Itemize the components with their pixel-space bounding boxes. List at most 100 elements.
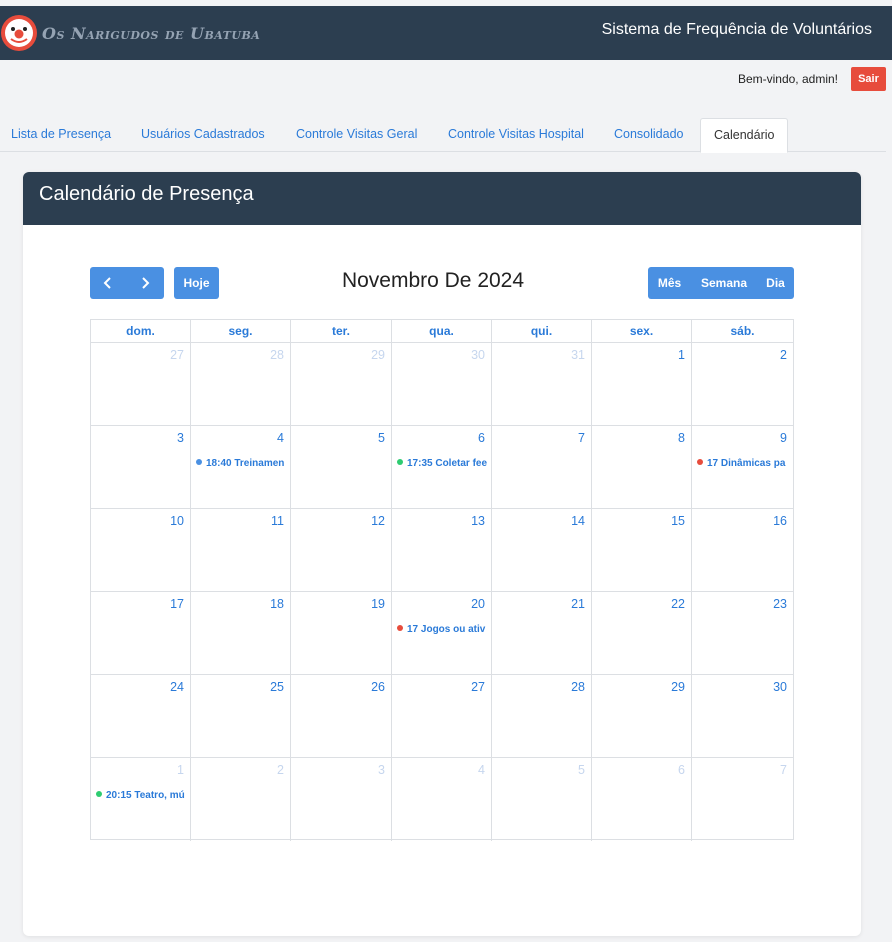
day-cell[interactable]: 5: [291, 426, 392, 509]
day-cell[interactable]: 27: [392, 675, 492, 758]
day-number[interactable]: 6: [678, 763, 685, 777]
calendar-event[interactable]: 18:40 Treinamen: [196, 458, 288, 469]
day-cell[interactable]: 29: [291, 343, 392, 426]
day-cell[interactable]: 7: [492, 426, 592, 509]
day-number[interactable]: 30: [471, 348, 485, 362]
calendar-event[interactable]: 20:15 Teatro, mú: [96, 790, 188, 801]
day-cell[interactable]: 18: [191, 592, 291, 675]
day-number[interactable]: 6: [478, 431, 485, 445]
logout-button[interactable]: Sair: [851, 67, 886, 91]
day-cell[interactable]: 2: [191, 758, 291, 841]
day-cell[interactable]: 20 17 Jogos ou ativ: [392, 592, 492, 675]
day-cell[interactable]: 4: [392, 758, 492, 841]
tab-usuarios-cadastrados[interactable]: Usuários Cadastrados: [141, 118, 265, 152]
day-cell[interactable]: 22: [592, 592, 692, 675]
tab-consolidado[interactable]: Consolidado: [614, 118, 684, 152]
day-cell[interactable]: 6 17:35 Coletar fee: [392, 426, 492, 509]
day-cell[interactable]: 4 18:40 Treinamen: [191, 426, 291, 509]
day-number[interactable]: 1: [678, 348, 685, 362]
day-number[interactable]: 10: [170, 514, 184, 528]
day-number[interactable]: 1: [177, 763, 184, 777]
day-number[interactable]: 29: [671, 680, 685, 694]
day-number[interactable]: 29: [371, 348, 385, 362]
day-cell[interactable]: 21: [492, 592, 592, 675]
day-number[interactable]: 5: [378, 431, 385, 445]
day-number[interactable]: 7: [578, 431, 585, 445]
day-number[interactable]: 14: [571, 514, 585, 528]
day-cell[interactable]: 12: [291, 509, 392, 592]
day-cell[interactable]: 1 20:15 Teatro, mú: [91, 758, 191, 841]
day-number[interactable]: 23: [773, 597, 787, 611]
day-cell[interactable]: 3: [291, 758, 392, 841]
day-number[interactable]: 11: [271, 514, 284, 528]
day-number[interactable]: 3: [378, 763, 385, 777]
day-cell[interactable]: 10: [91, 509, 191, 592]
day-number[interactable]: 19: [371, 597, 385, 611]
day-number[interactable]: 16: [773, 514, 787, 528]
day-cell[interactable]: 19: [291, 592, 392, 675]
view-week-button[interactable]: Semana: [691, 267, 757, 299]
day-number[interactable]: 13: [471, 514, 485, 528]
day-number[interactable]: 9: [780, 431, 787, 445]
day-cell[interactable]: 9 17 Dinâmicas pa: [692, 426, 793, 509]
view-day-button[interactable]: Dia: [757, 267, 794, 299]
day-cell[interactable]: 26: [291, 675, 392, 758]
day-number[interactable]: 18: [270, 597, 284, 611]
day-number[interactable]: 7: [780, 763, 787, 777]
calendar-event[interactable]: 17 Jogos ou ativ: [397, 624, 489, 635]
day-number[interactable]: 21: [571, 597, 585, 611]
day-number[interactable]: 12: [371, 514, 385, 528]
day-cell[interactable]: 30: [392, 343, 492, 426]
day-number[interactable]: 25: [270, 680, 284, 694]
tab-lista-presenca[interactable]: Lista de Presença: [11, 118, 111, 152]
day-cell[interactable]: 8: [592, 426, 692, 509]
tab-controle-visitas-hospital[interactable]: Controle Visitas Hospital: [448, 118, 584, 152]
calendar-event[interactable]: 17:35 Coletar fee: [397, 458, 489, 469]
day-number[interactable]: 2: [277, 763, 284, 777]
day-cell[interactable]: 25: [191, 675, 291, 758]
day-number[interactable]: 2: [780, 348, 787, 362]
day-cell[interactable]: 14: [492, 509, 592, 592]
day-header: seg.: [191, 320, 291, 343]
day-number[interactable]: 30: [773, 680, 787, 694]
day-number[interactable]: 5: [578, 763, 585, 777]
day-cell[interactable]: 15: [592, 509, 692, 592]
day-cell[interactable]: 7: [692, 758, 793, 841]
day-number[interactable]: 24: [170, 680, 184, 694]
day-number[interactable]: 28: [270, 348, 284, 362]
day-cell[interactable]: 11: [191, 509, 291, 592]
day-number[interactable]: 17: [170, 597, 184, 611]
day-cell[interactable]: 5: [492, 758, 592, 841]
day-cell[interactable]: 3: [91, 426, 191, 509]
day-cell[interactable]: 29: [592, 675, 692, 758]
tab-controle-visitas-geral[interactable]: Controle Visitas Geral: [296, 118, 417, 152]
tab-calendario[interactable]: Calendário: [700, 118, 789, 153]
day-number[interactable]: 31: [571, 348, 585, 362]
view-month-button[interactable]: Mês: [648, 267, 691, 299]
day-cell[interactable]: 30: [692, 675, 793, 758]
day-cell[interactable]: 13: [392, 509, 492, 592]
day-number[interactable]: 20: [471, 597, 485, 611]
day-number[interactable]: 27: [170, 348, 184, 362]
calendar-event[interactable]: 17 Dinâmicas pa: [697, 458, 791, 469]
day-cell[interactable]: 28: [191, 343, 291, 426]
day-number[interactable]: 28: [571, 680, 585, 694]
day-number[interactable]: 15: [671, 514, 685, 528]
day-number[interactable]: 8: [678, 431, 685, 445]
day-cell[interactable]: 23: [692, 592, 793, 675]
day-cell[interactable]: 27: [91, 343, 191, 426]
day-cell[interactable]: 1: [592, 343, 692, 426]
day-number[interactable]: 4: [478, 763, 485, 777]
day-number[interactable]: 3: [177, 431, 184, 445]
day-cell[interactable]: 24: [91, 675, 191, 758]
day-cell[interactable]: 31: [492, 343, 592, 426]
day-number[interactable]: 22: [671, 597, 685, 611]
day-cell[interactable]: 17: [91, 592, 191, 675]
day-cell[interactable]: 2: [692, 343, 793, 426]
day-cell[interactable]: 6: [592, 758, 692, 841]
day-number[interactable]: 27: [471, 680, 485, 694]
day-cell[interactable]: 28: [492, 675, 592, 758]
day-cell[interactable]: 16: [692, 509, 793, 592]
day-number[interactable]: 26: [371, 680, 385, 694]
day-number[interactable]: 4: [277, 431, 284, 445]
